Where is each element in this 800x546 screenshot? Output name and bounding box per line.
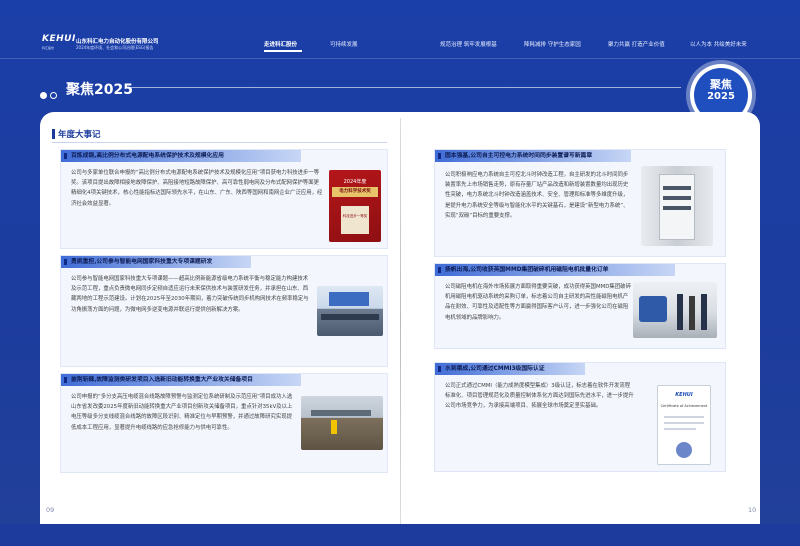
company-name: 山东科汇电力自动化股份有限公司 (76, 39, 159, 45)
section-title: 聚焦2025 (66, 82, 133, 98)
section-dots (40, 84, 60, 103)
event-card-title: 勇挑重担,公司参与智能电网国家科技重大专项课题研发 (61, 256, 251, 268)
event-card-body: 公司磁阻电机在海外市场拓展方面取得重要突破，成功获得英国MMD集团破碎机用磁阻电… (445, 284, 631, 321)
nav-item-sustainability[interactable]: 可持续发展 (330, 40, 358, 48)
award-certificate-image: 2024年度 电力科学技术奖 科技进步一等奖 (329, 170, 381, 242)
nav-item-industry[interactable]: 聚力共赢 打造产业价值 (608, 40, 665, 48)
event-card-body: 公司申报的“多分支高压电缆混合线路故障预警与监测定位系统研制及示范应用”项目成功… (71, 394, 293, 431)
certificate-year: 2024年度 (343, 179, 367, 185)
nav-item-people[interactable]: 以人为本 共绘美好未来 (690, 40, 747, 48)
left-page-number: 09 (46, 506, 55, 514)
section-rule (126, 87, 681, 88)
event-card: 扬帆出海,公司收获英国MMD集团破碎机用磁阻电机批量化订单 公司磁阻电机在海外市… (434, 263, 726, 349)
event-card: 水到渠成,公司通过CMMI3级国际认证 公司正式通过CMMI（能力成熟度模型集成… (434, 362, 726, 472)
event-card-title: 扬帆出海,公司收获英国MMD集团破碎机用磁阻电机批量化订单 (435, 264, 675, 276)
header-divider (0, 58, 800, 59)
cmmi-certificate-image: KEHUI Certificate of Achievement (657, 385, 711, 465)
event-card-title: 百炼成钢,高比例分布式电源配电系统保护技术及规模化应用 (61, 150, 301, 162)
event-card: 勇挑重担,公司参与智能电网国家科技重大专项课题研发 公司参与智能电网国家科技重大… (60, 255, 388, 367)
nav-item-governance[interactable]: 规范治理 筑牢发展根基 (440, 40, 497, 48)
event-card-title: 水到渠成,公司通过CMMI3级国际认证 (435, 363, 585, 375)
page-fold (400, 118, 401, 524)
column-title-rule (52, 142, 387, 143)
logo-subtitle: 科汇股份 (42, 46, 55, 50)
bottom-band (0, 524, 800, 546)
event-card-title: 固本强基,公司自主可控电力系统时间同步装置谱写新篇章 (435, 150, 631, 162)
event-card: 固本强基,公司自主可控电力系统时间同步装置谱写新篇章 公司积极响应电力系统自主可… (434, 149, 726, 257)
field-work-photo (301, 396, 383, 450)
event-card-body: 公司积极响应电力系统自主可控北斗时钟改造工程，自主研发的北斗时间同步装置率先上市… (445, 172, 629, 219)
column-title: 年度大事记 (58, 130, 101, 140)
event-card-body: 公司参与智能电网国家科技重大专项课题——超高比例新能源省级电力系统平衡与稳定能力… (71, 276, 309, 313)
nav-item-environment[interactable]: 降耗减排 守护生态家园 (524, 40, 581, 48)
column-title-marker (52, 129, 55, 139)
event-card-title: 披荆斩棘,故障监测类研发项目入选新旧动能转换重大产业攻关储备项目 (61, 374, 301, 386)
event-card: 披荆斩棘,故障监测类研发项目入选新旧动能转换重大产业攻关储备项目 公司申报的“多… (60, 373, 388, 473)
certificate-title: 电力科学技术奖 (332, 187, 378, 197)
nav-item-about[interactable]: 走进科汇股份 (264, 40, 297, 48)
conference-photo (317, 286, 383, 336)
report-page: KEHUI 科汇股份 山东科汇电力自动化股份有限公司 2024年度环境、社会和公… (0, 0, 800, 546)
nav-active-indicator (264, 50, 302, 52)
cmmi-certificate-title: Certificate of Achievement (660, 404, 708, 408)
badge-line-2: 2025 (707, 91, 735, 102)
right-page-number: 10 (748, 506, 757, 514)
report-name: 2024年度环境、社会和公司治理(ESG)报告 (76, 45, 154, 50)
badge-line-1: 聚焦 (710, 78, 732, 91)
event-card: 百炼成钢,高比例分布式电源配电系统保护技术及规模化应用 公司与多家单位联合申报的… (60, 149, 388, 249)
header-bar: KEHUI 科汇股份 山东科汇电力自动化股份有限公司 2024年度环境、社会和公… (0, 0, 800, 58)
event-card-body: 公司正式通过CMMI（能力成熟度模型集成）3级认证，标志着在软件开发流程标准化、… (445, 383, 634, 410)
cmmi-certificate-brand: KEHUI (675, 392, 693, 398)
time-sync-device-photo (641, 166, 713, 246)
motor-team-photo (633, 282, 717, 338)
event-card-body: 公司与多家单位联合申报的“高比例分布式电源配电系统保护技术及规模化应用”项目获电… (71, 170, 323, 207)
certificate-award-line: 科技进步一等奖 (341, 206, 369, 234)
